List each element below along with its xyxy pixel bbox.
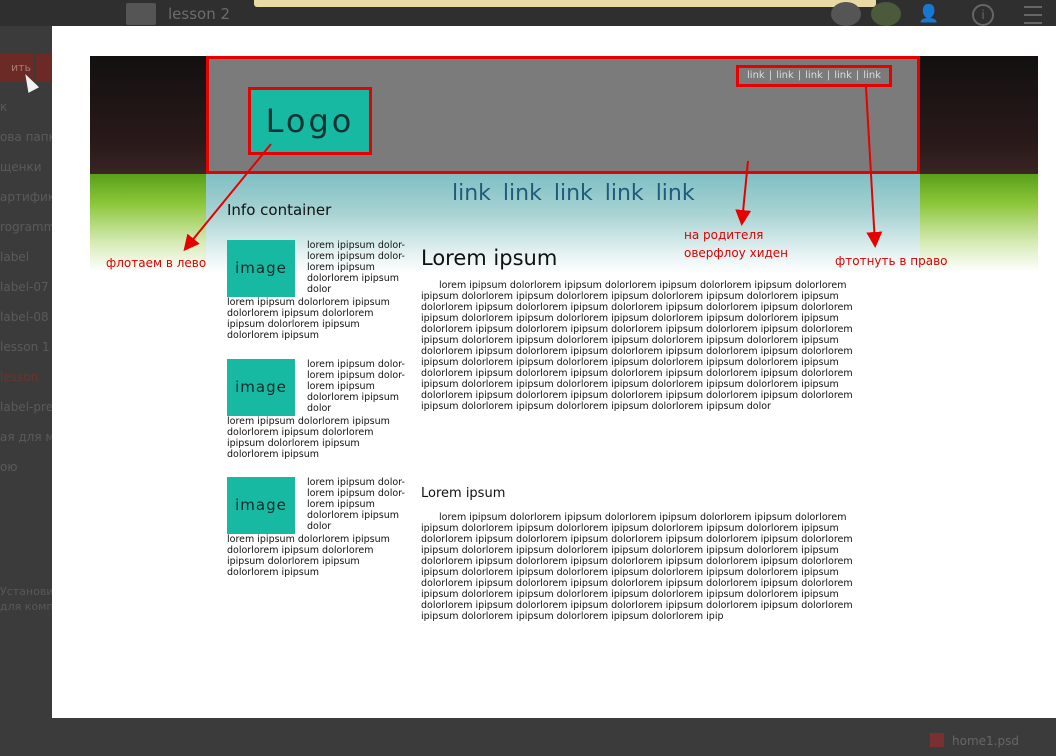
sidebar-item[interactable]: щенки — [0, 160, 52, 190]
annotation-arrows — [183, 86, 883, 252]
sidebar-item[interactable]: к — [0, 100, 52, 130]
sidebar-item[interactable]: label-08 — [0, 310, 52, 340]
install-promo-line: для комп — [0, 600, 52, 613]
sidebar-item[interactable]: lesson 1 — [0, 340, 52, 370]
sidebar-item[interactable]: rogramm — [0, 220, 52, 250]
sidebar-item[interactable]: label-07 — [0, 280, 52, 310]
upload-button[interactable] — [36, 54, 52, 82]
file-chip[interactable]: home1.psd — [930, 733, 1019, 748]
install-promo-line: Установи — [0, 585, 52, 598]
image-preview: Logo link | link | link | link | link link link li… — [52, 26, 1056, 718]
folder-title[interactable]: lesson 2 — [168, 5, 230, 23]
notification-banner — [254, 0, 876, 7]
image-file-icon — [930, 733, 944, 747]
menu-icon[interactable] — [1024, 6, 1042, 24]
sidebar-item[interactable]: артифик — [0, 190, 52, 220]
arrow-overflow — [735, 160, 752, 226]
sidebar: к ова папка щенки артифик rogramm label … — [0, 100, 52, 490]
sidebar-item[interactable]: label-pre — [0, 400, 52, 430]
sidebar-item[interactable]: ова папка — [0, 130, 52, 160]
sidebar-item[interactable]: ою — [0, 460, 52, 490]
install-promo[interactable]: Установи для комп — [0, 584, 52, 614]
folder-icon — [126, 3, 156, 25]
file-name: home1.psd — [952, 734, 1019, 748]
arrow-float-right — [865, 86, 883, 248]
sidebar-item[interactable]: label — [0, 250, 52, 280]
info-icon[interactable]: i — [972, 4, 994, 26]
sidebar-item-active[interactable]: lesson — [0, 370, 52, 400]
share-avatar[interactable] — [871, 2, 901, 26]
arrow-float-left — [183, 143, 272, 252]
sidebar-item[interactable]: ая для ме — [0, 430, 52, 460]
add-person-icon[interactable]: 👤 — [918, 4, 939, 24]
avatar[interactable] — [831, 2, 861, 26]
